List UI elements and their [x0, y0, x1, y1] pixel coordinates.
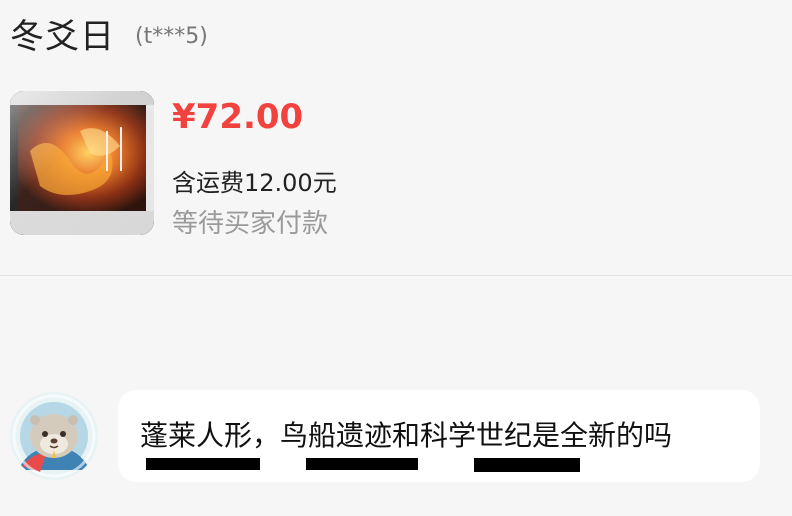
order-price: ¥72.00: [172, 97, 304, 137]
order-status: 等待买家付款: [172, 209, 329, 239]
message-bubble[interactable]: 蓬莱人形，鸟船遗迹和科学世纪是全新的吗: [118, 390, 760, 482]
chat-header: 冬爻日 (t***5): [10, 6, 208, 60]
redaction-bar: [474, 458, 580, 472]
buyer-nickname[interactable]: 冬爻日: [10, 9, 115, 58]
album-cover-icon: [10, 91, 154, 235]
order-card[interactable]: ¥72.00 含运费12.00元 等待买家付款: [10, 91, 770, 241]
redaction-bar: [146, 458, 260, 470]
section-divider: [0, 275, 792, 276]
buyer-account-id: (t***5): [135, 23, 208, 49]
chat-message: 蓬莱人形，鸟船遗迹和科学世纪是全新的吗: [0, 390, 792, 490]
message-text: 蓬莱人形，鸟船遗迹和科学世纪是全新的吗: [140, 419, 673, 452]
shipping-fee: 含运费12.00元: [172, 169, 337, 197]
album-cover-image[interactable]: [10, 91, 154, 235]
avatar-icon: [10, 392, 98, 480]
chat-page: 冬爻日 (t***5) ¥72.00 含运费12.00元 等待买家付款 蓬莱人形…: [0, 0, 792, 516]
otter-astronaut-avatar[interactable]: [10, 392, 98, 480]
redaction-bar: [306, 458, 418, 470]
